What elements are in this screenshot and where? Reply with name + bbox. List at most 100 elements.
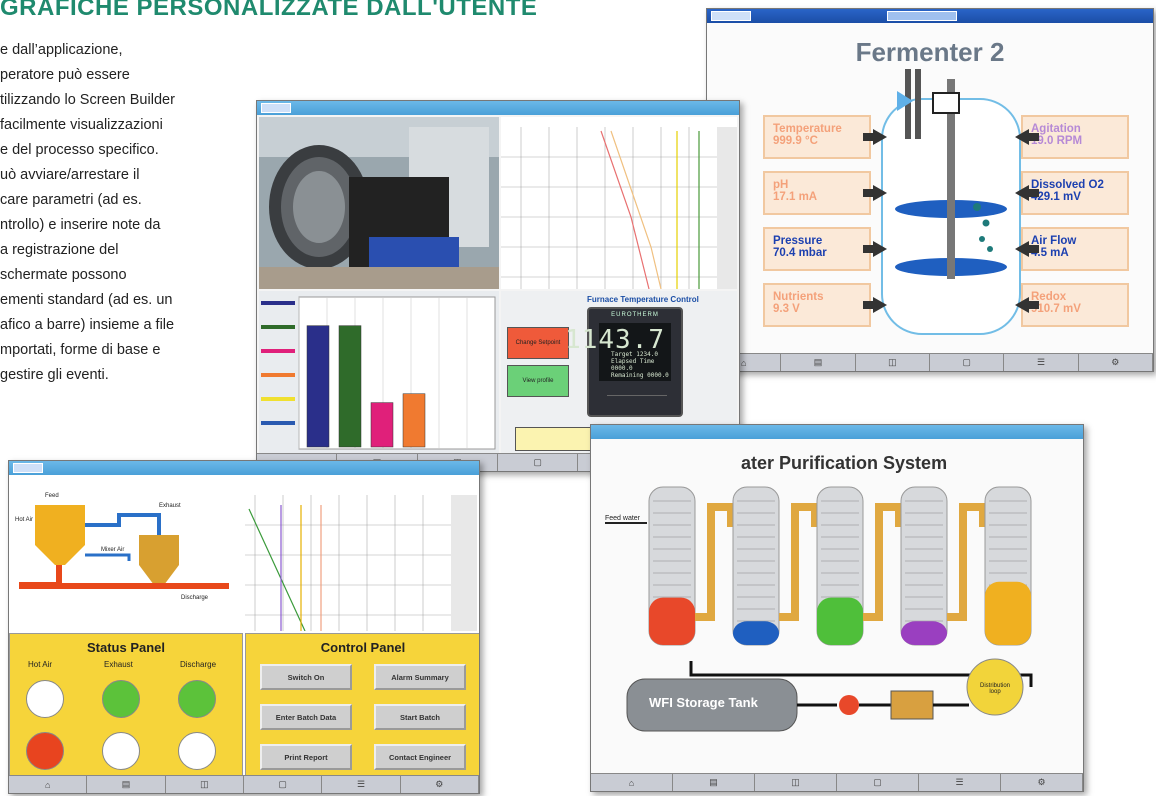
body-line: afico a barre) insieme a file — [0, 317, 175, 333]
bar-legend-swatch — [261, 349, 295, 353]
bubble — [979, 236, 985, 242]
nav-report-icon[interactable]: ▤ — [87, 776, 166, 793]
pressure-label: Pressure — [773, 235, 823, 247]
column-fill — [901, 621, 947, 645]
furnace-screen: Furnace Temperature Control Change Setpo… — [256, 100, 740, 472]
discharge-label: Discharge — [181, 595, 209, 601]
body-line: gestire gli eventi. — [0, 367, 109, 383]
print-report-button[interactable]: Print Report — [260, 744, 352, 770]
contact-engineer-button[interactable]: Contact Engineer — [374, 744, 466, 770]
exhaust-label: Exhaust — [159, 503, 181, 509]
body-line: mportati, forme di base e — [0, 342, 161, 358]
menu-button[interactable] — [261, 103, 291, 113]
nav-screen-icon[interactable]: ▢ — [930, 354, 1005, 371]
air-flow-box[interactable]: Air Flow 4.5 mA — [1021, 227, 1129, 271]
nav-list-icon[interactable]: ☰ — [322, 776, 401, 793]
nutrients-value: 9.3 V — [773, 303, 800, 315]
nav-screen-icon[interactable]: ▢ — [837, 774, 919, 791]
mixer-label: Mixer Air — [101, 547, 124, 553]
hot-air-lamp-top — [26, 680, 64, 718]
body-line: schermate possono — [0, 267, 127, 283]
start-batch-button[interactable]: Start Batch — [374, 704, 466, 730]
temperature-value: 999.9 °C — [773, 135, 818, 147]
nutrients-label: Nutrients — [773, 291, 824, 303]
body-line: e del processo specifico. — [0, 142, 159, 158]
level-bar — [370, 402, 394, 448]
body-line: uò avviare/arrestare il — [0, 167, 140, 183]
transfer-pipe — [863, 503, 903, 621]
column-fill — [649, 597, 695, 645]
nav-trend-icon[interactable]: ◫ — [755, 774, 837, 791]
bubble — [982, 219, 990, 227]
nav-trend-icon[interactable]: ◫ — [166, 776, 244, 793]
controller-details: Target 1234.0 Elapsed Time 0000.0 Remain… — [611, 351, 669, 379]
ph-box[interactable]: pH 17.1 mA — [763, 171, 871, 215]
nav-list-icon[interactable]: ☰ — [919, 774, 1001, 791]
hot-air-lamp-bottom — [26, 732, 64, 770]
trend-line — [248, 508, 306, 631]
distribution-loop-label: Distribution loop — [979, 683, 1010, 695]
view-profile-button[interactable]: View profile — [507, 365, 569, 397]
nav-list-icon[interactable]: ☰ — [1004, 354, 1079, 371]
nav-home-icon[interactable]: ⌂ — [9, 776, 88, 793]
menu-button[interactable] — [13, 463, 43, 473]
intro-paragraph: e dall’applicazione, peratore può essere… — [0, 38, 230, 388]
dissolved-o2-box[interactable]: Dissolved O2 429.1 mV — [1021, 171, 1129, 215]
nav-report-icon[interactable]: ▤ — [781, 354, 856, 371]
trend-line — [610, 130, 662, 289]
page-heading: GRAFICHE PERSONALIZZATE DALL'UTENTE — [0, 0, 538, 21]
agitation-label: Agitation — [1031, 123, 1081, 135]
batch-trend-chart — [245, 475, 477, 631]
body-line: ntrollo) e inserire note da — [0, 217, 161, 233]
switch-on-button[interactable]: Switch On — [260, 664, 352, 690]
column-fill — [733, 621, 779, 645]
body-line: care parametri (ad es. — [0, 192, 142, 208]
controller-brand: EUROTHERM — [611, 312, 659, 318]
nav-settings-icon[interactable]: ⚙ — [1001, 774, 1083, 791]
agitation-value: 19.0 RPM — [1031, 135, 1083, 147]
status-panel: Status Panel Hot Air Exhaust Discharge — [9, 633, 243, 779]
inlet-pipe — [915, 69, 921, 139]
level-bar — [338, 325, 362, 448]
nav-home-icon[interactable]: ⌂ — [591, 774, 673, 791]
nutrients-box[interactable]: Nutrients 9.3 V — [763, 283, 871, 327]
exhaust-lamp-bottom — [102, 732, 140, 770]
furnace-control-title: Furnace Temperature Control — [587, 295, 699, 304]
redox-value: 910.7 mV — [1031, 303, 1081, 315]
body-line: tilizzando lo Screen Builder — [0, 92, 175, 108]
nav-settings-icon[interactable]: ⚙ — [401, 776, 479, 793]
purification-diagram — [605, 486, 1033, 732]
pressure-box[interactable]: Pressure 70.4 mbar — [763, 227, 871, 271]
discharge-lamp-top — [178, 680, 216, 718]
redox-label: Redox — [1031, 291, 1067, 303]
nav-report-icon[interactable]: ▤ — [673, 774, 755, 791]
body-line: ementi standard (ad es. un — [0, 292, 173, 308]
nav-settings-icon[interactable]: ⚙ — [1079, 354, 1153, 371]
navigation-bar: ⌂ ▤ ◫ ▢ ☰ ⚙ — [707, 353, 1153, 371]
feed-label: Feed — [45, 493, 59, 499]
nav-trend-icon[interactable]: ◫ — [856, 354, 930, 371]
air-flow-value: 4.5 mA — [1031, 247, 1069, 259]
status-panel-title: Status Panel — [86, 640, 166, 655]
temperature-box[interactable]: Temperature 999.9 °C — [763, 115, 871, 159]
bubble — [973, 203, 981, 211]
lamp-label: Exhaust — [104, 660, 133, 669]
nav-screen-icon[interactable]: ▢ — [244, 776, 323, 793]
transfer-pipe — [947, 503, 987, 621]
alarm-summary-button[interactable]: Alarm Summary — [374, 664, 466, 690]
redox-box[interactable]: Redox 910.7 mV — [1021, 283, 1129, 327]
bar-legend-swatch — [261, 373, 295, 377]
nav-screen-icon[interactable]: ▢ — [498, 454, 579, 471]
furnace-photo — [259, 117, 499, 289]
controller-keys[interactable] — [607, 395, 667, 405]
enter-batch-data-button[interactable]: Enter Batch Data — [260, 704, 352, 730]
hot-air-label: Hot Air — [15, 517, 33, 523]
pump-icon — [839, 695, 859, 715]
temperature-label: Temperature — [773, 123, 842, 135]
change-setpoint-button[interactable]: Change Setpoint — [507, 327, 569, 359]
agitation-box[interactable]: Agitation 19.0 RPM — [1021, 115, 1129, 159]
trend-line — [600, 130, 650, 289]
bar-legend-swatch — [261, 421, 295, 425]
process-diagram: Feed Hot Air Exhaust Mixer Air Discharge — [9, 475, 243, 631]
body-line: e dall’applicazione, — [0, 42, 123, 58]
